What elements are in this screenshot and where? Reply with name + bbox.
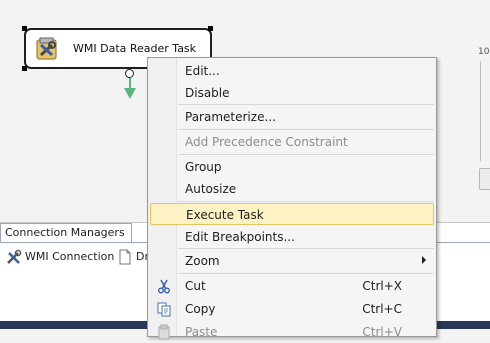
menu-separator <box>178 104 434 105</box>
menu-item-label: Autosize <box>185 182 237 196</box>
menu-item-shortcut: Ctrl+X <box>362 279 402 293</box>
precedence-arrow-icon[interactable] <box>124 88 136 99</box>
menu-item-label: Copy <box>185 302 216 316</box>
context-menu: Edit... Disable Parameterize... Add Prec… <box>147 57 437 340</box>
resize-handle-top-right[interactable] <box>208 26 213 31</box>
wmi-task-icon <box>35 37 59 61</box>
menu-item-execute-task[interactable]: Execute Task <box>150 203 434 225</box>
menu-separator <box>178 129 434 130</box>
paste-icon <box>156 324 172 340</box>
menu-item-label: Edit... <box>185 64 220 78</box>
task-label: WMI Data Reader Task <box>73 42 197 55</box>
menu-item-edit[interactable]: Edit... <box>150 60 434 82</box>
menu-separator <box>178 273 434 274</box>
wmi-connection-icon <box>6 249 22 265</box>
menu-item-shortcut: Ctrl+C <box>362 302 402 316</box>
menu-item-label: Cut <box>185 279 206 293</box>
menu-item-shortcut: Ctrl+V <box>362 325 402 339</box>
menu-item-autosize[interactable]: Autosize <box>150 178 434 200</box>
menu-item-paste: Paste Ctrl+V <box>150 321 434 343</box>
menu-item-group[interactable]: Group <box>150 156 434 178</box>
connection-item-wmi[interactable]: WMI Connection <box>6 249 114 265</box>
menu-item-zoom[interactable]: Zoom <box>150 250 434 272</box>
precedence-connector-handle[interactable] <box>125 69 134 78</box>
menu-item-disable[interactable]: Disable <box>150 82 434 104</box>
resize-handle-bottom-left[interactable] <box>22 66 27 71</box>
menu-item-label: Disable <box>185 86 230 100</box>
file-icon <box>117 249 133 265</box>
connection-label-wmi: WMI Connection <box>25 250 115 263</box>
zoom-fit-button[interactable] <box>479 168 490 190</box>
menu-item-edit-breakpoints[interactable]: Edit Breakpoints... <box>150 226 434 248</box>
resize-handle-top-left[interactable] <box>22 26 27 31</box>
menu-item-label: Edit Breakpoints... <box>185 230 295 244</box>
zoom-value: 100 <box>478 47 490 57</box>
menu-item-label: Execute Task <box>186 208 264 222</box>
menu-separator <box>178 154 434 155</box>
menu-item-cut[interactable]: Cut Ctrl+X <box>150 275 434 297</box>
scissors-icon <box>156 278 172 294</box>
menu-item-label: Group <box>185 160 222 174</box>
menu-item-label: Zoom <box>185 254 220 268</box>
menu-separator <box>178 201 434 202</box>
menu-item-label: Parameterize... <box>185 110 276 124</box>
menu-item-label: Paste <box>185 325 218 339</box>
tab-connection-managers[interactable]: Connection Managers <box>0 223 132 243</box>
menu-item-copy[interactable]: Copy Ctrl+C <box>150 298 434 320</box>
menu-item-parameterize[interactable]: Parameterize... <box>150 106 434 128</box>
submenu-arrow-icon <box>422 256 426 264</box>
menu-item-add-precedence-constraint: Add Precedence Constraint <box>150 131 434 153</box>
zoom-slider-track[interactable] <box>480 61 490 161</box>
menu-separator <box>178 248 434 249</box>
menu-item-label: Add Precedence Constraint <box>185 135 348 149</box>
connection-item-file[interactable]: Dr <box>117 249 149 265</box>
copy-icon <box>156 301 172 317</box>
